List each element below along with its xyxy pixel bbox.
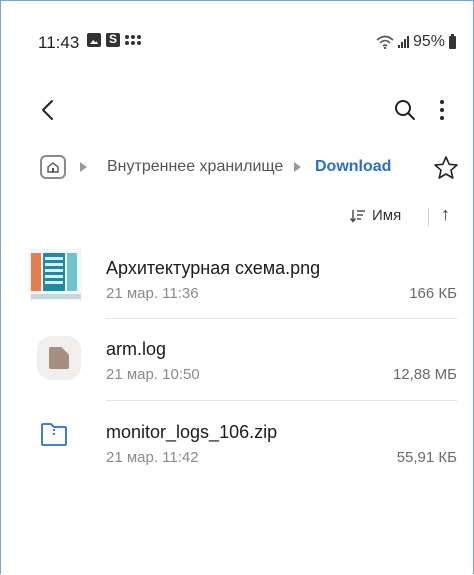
status-left-icons bbox=[87, 32, 141, 47]
breadcrumb-separator-icon bbox=[294, 162, 301, 172]
battery-percent: 95% bbox=[412, 33, 445, 50]
sort-icon bbox=[350, 209, 365, 223]
breadcrumb-download[interactable]: Download bbox=[315, 158, 391, 176]
file-row[interactable]: arm.log 21 мар. 10:50 12,88 МБ bbox=[0, 330, 474, 410]
home-icon[interactable] bbox=[40, 155, 66, 179]
zip-folder-icon bbox=[41, 423, 67, 446]
file-name: monitor_logs_106.zip bbox=[106, 422, 278, 442]
breadcrumb-separator-icon bbox=[80, 162, 87, 172]
status-right-icons: 95% bbox=[376, 33, 456, 51]
sort-label: Имя bbox=[372, 207, 402, 224]
file-name: Архитектурная схема.png bbox=[106, 258, 321, 278]
file-size: 166 КБ bbox=[409, 285, 457, 302]
file-row[interactable]: monitor_logs_106.zip 21 мар. 11:42 55,91… bbox=[0, 412, 474, 492]
more-vert-icon[interactable] bbox=[437, 98, 447, 122]
file-date: 21 мар. 11:42 bbox=[106, 449, 199, 466]
file-name: arm.log bbox=[106, 339, 167, 359]
sort-control[interactable]: Имя bbox=[350, 207, 401, 224]
signal-icon bbox=[397, 36, 409, 48]
file-date: 21 мар. 10:50 bbox=[106, 366, 200, 383]
back-arrow-icon[interactable] bbox=[37, 96, 61, 124]
star-favorite-icon[interactable] bbox=[433, 155, 459, 181]
image-thumbnail bbox=[30, 249, 82, 301]
status-time: 11:43 bbox=[38, 33, 80, 52]
search-icon[interactable] bbox=[393, 98, 417, 122]
document-icon bbox=[37, 336, 81, 380]
divider bbox=[106, 318, 457, 319]
dots-grid-icon bbox=[125, 35, 141, 45]
file-row[interactable]: Архитектурная схема.png 21 мар. 11:36 16… bbox=[0, 245, 474, 325]
s-app-icon bbox=[106, 32, 120, 47]
battery-icon bbox=[449, 33, 456, 49]
file-date: 21 мар. 11:36 bbox=[106, 285, 199, 302]
status-bar: 11:43 95% bbox=[0, 0, 474, 86]
sort-direction-button[interactable]: ↑ bbox=[441, 204, 450, 225]
wifi-icon bbox=[376, 35, 394, 49]
sort-divider bbox=[428, 208, 429, 226]
file-size: 55,91 КБ bbox=[396, 449, 457, 466]
breadcrumb-internal-storage[interactable]: Внутреннее хранилище bbox=[107, 158, 283, 176]
image-notification-icon bbox=[87, 33, 101, 47]
divider bbox=[106, 400, 457, 401]
file-size: 12,88 МБ bbox=[392, 366, 457, 383]
